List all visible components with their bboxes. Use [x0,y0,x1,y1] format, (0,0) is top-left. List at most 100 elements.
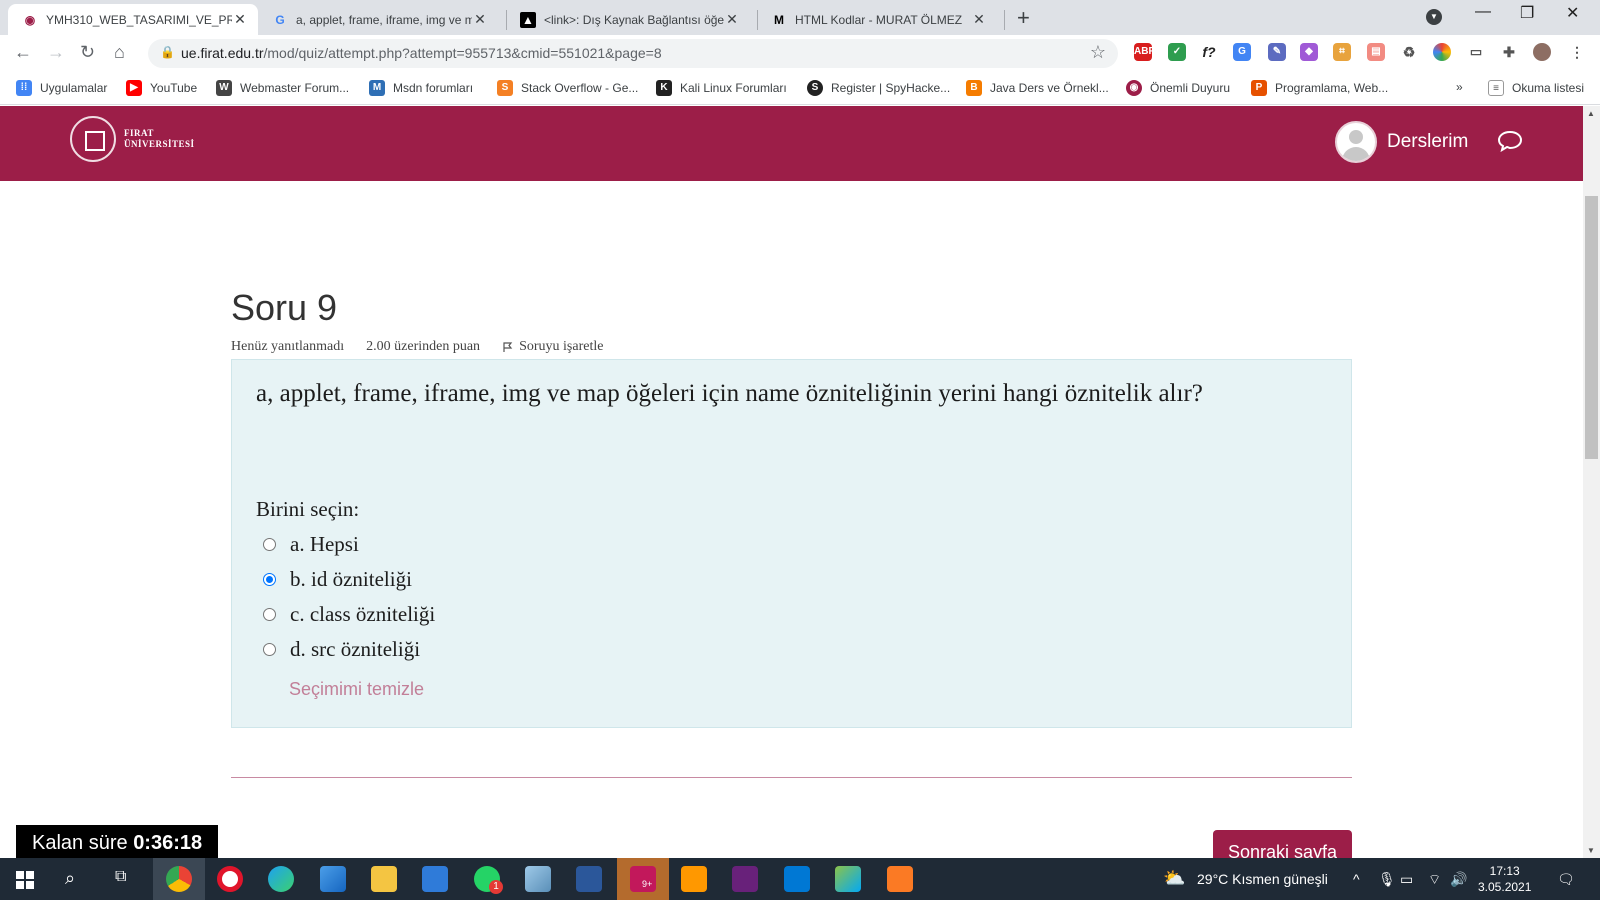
edge-icon[interactable] [268,866,294,892]
eyedropper-icon[interactable]: ✎ [1268,43,1286,61]
lock-icon: 🔒 [160,45,175,59]
profile-avatar-icon[interactable] [1533,43,1551,61]
scroll-thumb[interactable] [1585,196,1598,459]
youtube-icon: ▶ [126,80,142,96]
close-tab-icon[interactable]: ✕ [724,11,740,28]
more-bookmarks[interactable]: » [1456,80,1463,94]
close-tab-icon[interactable]: ✕ [232,11,248,28]
option-c[interactable]: c. class özniteliği [263,602,435,627]
option-b[interactable]: b. id özniteliği [263,567,412,592]
my-courses-link[interactable]: Derslerim [1387,131,1468,153]
option-label: b. id özniteliği [290,567,412,591]
recycle-icon[interactable]: ♻ [1400,43,1418,61]
shield-icon[interactable]: ✓ [1168,43,1186,61]
crop-icon[interactable]: ⌗ [1333,43,1351,61]
tab-title: <link>: Dış Kaynak Bağlantısı öğe [544,12,724,27]
whatsapp-badge: 1 [489,880,503,894]
bookmark-spyhacker[interactable]: S Register | SpyHacke... [807,80,950,96]
university-logo[interactable]: FIRAT ÜNİVERSİTESİ [70,116,195,162]
translate-icon[interactable]: G [1233,43,1251,61]
task-view-icon[interactable]: ⧉ [115,868,126,886]
bookmark-apps[interactable]: ⁞⁞ Uygulamalar [16,80,107,96]
forward-icon[interactable]: → [47,42,65,63]
bookmark-java[interactable]: B Java Ders ve Örnekl... [966,80,1109,96]
network-app-icon[interactable] [320,866,346,892]
radio-button-selected[interactable] [263,573,276,586]
visual-studio-icon[interactable] [732,866,758,892]
option-d[interactable]: d. src özniteliği [263,637,420,662]
bookmark-programlama[interactable]: P Programlama, Web... [1251,80,1388,96]
opera-icon[interactable] [217,866,243,892]
new-tab-icon[interactable]: + [1017,5,1030,31]
color-wheel-icon[interactable] [1433,43,1451,61]
battery-icon[interactable]: ▭ [1400,871,1413,888]
address-bar[interactable]: 🔒 ue.firat.edu.tr/mod/quiz/attempt.php?a… [148,39,1118,68]
wifi-icon[interactable]: ⌔ [1428,871,1441,889]
question-box: a, applet, frame, iframe, img ve map öğe… [231,359,1352,728]
reading-list[interactable]: ≡ Okuma listesi [1488,80,1584,96]
close-tab-icon[interactable]: ✕ [971,11,987,28]
paint-icon[interactable]: ◆ [1300,43,1318,61]
clear-choice-link[interactable]: Seçimimi temizle [289,679,424,700]
message-bubble-icon[interactable] [1497,130,1523,152]
extensions-icon[interactable]: ✚ [1500,43,1518,61]
mail-icon[interactable] [422,866,448,892]
minimize-icon[interactable]: — [1475,3,1491,21]
sublime-text-icon[interactable] [681,866,707,892]
file-explorer-icon[interactable] [371,866,397,892]
bookmark-youtube[interactable]: ▶ YouTube [126,80,197,96]
user-menu[interactable]: Derslerim [1335,121,1468,163]
section-divider [231,777,1352,778]
back-icon[interactable]: ← [14,42,32,63]
adblock-icon[interactable]: ABP [1134,43,1155,61]
xampp-icon[interactable] [887,866,913,892]
formula-icon[interactable]: f? [1200,43,1218,61]
clock[interactable]: 17:13 3.05.2021 [1478,863,1531,895]
flag-icon [503,342,513,352]
bookmark-duyuru[interactable]: ◉ Önemli Duyuru [1126,80,1230,96]
word-icon[interactable] [576,866,602,892]
microphone-icon[interactable]: 🎙 [1378,871,1396,888]
notifications-icon[interactable]: 🗨 [1557,871,1575,888]
close-tab-icon[interactable]: ✕ [472,11,488,28]
calendar-icon[interactable]: ▤ [1367,43,1385,61]
spyhacker-icon: S [807,80,823,96]
user-avatar[interactable] [1335,121,1377,163]
bookmark-star-icon[interactable]: ☆ [1090,42,1106,63]
home-icon[interactable]: ⌂ [114,42,125,63]
option-a[interactable]: a. Hepsi [263,532,359,557]
clock-time: 17:13 [1489,864,1520,878]
bookmark-webmaster[interactable]: W Webmaster Forum... [216,80,349,96]
page-scrollbar[interactable]: ▲ ▼ [1583,106,1600,858]
windows-start-icon[interactable] [16,871,34,889]
timer-label: Kalan süre [32,832,128,854]
scroll-up-icon[interactable]: ▲ [1587,109,1595,118]
tab-html-codes[interactable]: M HTML Kodlar - MURAT ÖLMEZ ✕ [757,4,997,35]
tab-google-search[interactable]: G a, applet, frame, iframe, img ve m ✕ [258,4,498,35]
bookmark-msdn[interactable]: M Msdn forumları [369,80,473,96]
reload-icon[interactable]: ↻ [80,42,95,63]
tab-link-element[interactable]: ▲ <link>: Dış Kaynak Bağlantısı öğe ✕ [506,4,750,35]
restore-icon[interactable]: ❐ [1520,3,1534,23]
firat-favicon-icon: ◉ [24,12,36,27]
notes-icon[interactable] [525,866,551,892]
radio-button[interactable] [263,538,276,551]
show-hidden-icons-icon[interactable]: ^ [1353,871,1360,887]
bookmark-stackoverflow[interactable]: S Stack Overflow - Ge... [497,80,638,96]
chrome-icon[interactable] [166,866,192,892]
cast-icon[interactable]: ▭ [1467,43,1485,61]
menu-kebab-icon[interactable]: ⋮ [1568,43,1586,61]
app-icon[interactable] [835,866,861,892]
bookmark-kali[interactable]: K Kali Linux Forumları [656,80,787,96]
weather-text[interactable]: 29°C Kısmen güneşli [1197,871,1328,887]
radio-button[interactable] [263,643,276,656]
tab-search-icon[interactable]: ▼ [1426,9,1442,25]
volume-icon[interactable]: 🔊 [1450,871,1467,888]
close-window-icon[interactable]: ✕ [1566,3,1579,23]
tab-active-quiz[interactable]: ◉ YMH310_WEB_TASARIMI_VE_PRO ✕ [8,4,258,35]
flag-question-link[interactable]: Soruyu işaretle [502,339,625,355]
search-icon[interactable]: ⌕ [65,868,75,889]
radio-button[interactable] [263,608,276,621]
scroll-down-icon[interactable]: ▼ [1587,846,1595,855]
vscode-icon[interactable] [784,866,810,892]
